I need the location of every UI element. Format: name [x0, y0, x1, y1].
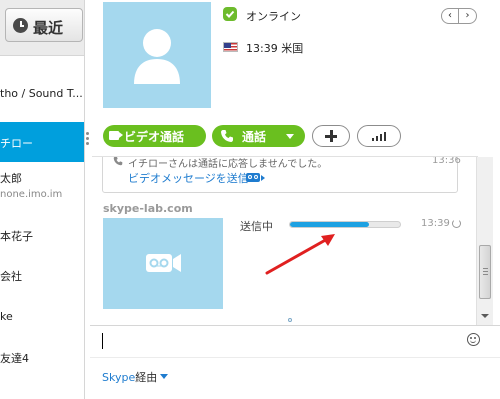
- contacts-sidebar: 最近 tho / Sound T... チロー 太郎 none.imo.im 本…: [0, 0, 85, 399]
- contact-subtitle: none.imo.im: [0, 189, 63, 200]
- contact-item[interactable]: ke: [0, 298, 84, 338]
- scrollbar-thumb[interactable]: [479, 245, 491, 299]
- video-call-button[interactable]: ビデオ通話: [103, 125, 206, 147]
- video-message-thumbnail[interactable]: [103, 218, 223, 309]
- recent-button[interactable]: 最近: [5, 8, 83, 42]
- contact-name: 会社: [0, 270, 22, 283]
- call-label: 通話: [242, 130, 267, 144]
- call-button[interactable]: 通話: [212, 125, 305, 147]
- call-quality-button[interactable]: [357, 125, 401, 147]
- recent-label: 最近: [33, 19, 64, 37]
- via-brand: Skype: [102, 371, 136, 384]
- next-arrow-button[interactable]: ›: [459, 9, 476, 23]
- chevron-down-icon[interactable]: [286, 134, 294, 139]
- upload-progress-fill: [290, 222, 370, 227]
- online-check-icon: [223, 7, 237, 21]
- contact-item[interactable]: 友達4: [0, 338, 84, 378]
- contact-item[interactable]: 本花子: [0, 216, 84, 256]
- contact-name: 本花子: [0, 230, 33, 243]
- contact-avatar: [103, 2, 211, 108]
- phone-icon: [221, 130, 233, 142]
- missed-call-text: イチローさんは通話に応答しませんでした。: [128, 159, 328, 170]
- clock-icon: [13, 18, 28, 33]
- panel-splitter[interactable]: [86, 132, 90, 148]
- scroll-indicator-dot: [288, 318, 292, 322]
- status-text: オンライン: [246, 10, 301, 23]
- contact-name: ke: [0, 310, 13, 323]
- video-message-icon: [246, 173, 260, 182]
- local-time: 13:39 米国: [246, 42, 304, 55]
- contact-name: 友達4: [0, 352, 29, 365]
- profile-nav-arrows: ‹ ›: [441, 8, 477, 24]
- text-caret: [102, 333, 103, 349]
- video-camera-icon: [261, 175, 265, 181]
- contact-name: tho / Sound T...: [0, 87, 83, 100]
- send-video-message-link[interactable]: ビデオメッセージを送信: [128, 170, 249, 186]
- composer-footer: Skype経由: [90, 357, 500, 399]
- upload-progress-bar: [289, 221, 401, 228]
- video-message-time: 13:39: [421, 218, 450, 229]
- video-message-icon: [146, 254, 181, 272]
- person-icon: [134, 29, 180, 84]
- send-via-selector[interactable]: Skype経由: [102, 369, 157, 385]
- sender-name: skype-lab.com: [103, 202, 193, 215]
- contact-item-selected[interactable]: チロー: [0, 122, 84, 162]
- contact-name: 太郎: [0, 172, 22, 185]
- recent-tab-bar: 最近: [0, 0, 84, 56]
- prev-arrow-button[interactable]: ‹: [442, 9, 459, 23]
- contact-name: チロー: [0, 137, 33, 150]
- emoticon-icon[interactable]: [467, 333, 480, 346]
- phone-icon: [113, 157, 123, 166]
- annotation-arrow-icon: [265, 234, 335, 275]
- conversation-history: イチローさんは通話に応答しませんでした。 13:36 ビデオメッセージを送信 s…: [92, 157, 476, 325]
- loading-spinner-icon: [452, 219, 461, 228]
- add-participant-button[interactable]: [312, 125, 350, 147]
- missed-call-message: イチローさんは通話に応答しませんでした。 13:36 ビデオメッセージを送信: [102, 157, 461, 193]
- message-input[interactable]: [90, 325, 500, 357]
- contact-list: tho / Sound T... チロー 太郎 none.imo.im 本花子 …: [0, 57, 84, 378]
- us-flag-icon: [223, 42, 238, 52]
- contact-item[interactable]: 太郎 none.imo.im: [0, 162, 84, 216]
- via-suffix: 経由: [135, 371, 158, 384]
- video-camera-icon: [109, 131, 123, 140]
- chevron-down-icon[interactable]: [160, 374, 168, 379]
- contact-item[interactable]: tho / Sound T...: [0, 57, 84, 122]
- scroll-down-arrow-icon[interactable]: [477, 308, 494, 325]
- message-time: 13:36: [432, 157, 461, 166]
- video-call-label: ビデオ通話: [124, 130, 185, 144]
- contact-item[interactable]: 会社: [0, 256, 84, 298]
- conversation-scrollbar[interactable]: [476, 157, 493, 325]
